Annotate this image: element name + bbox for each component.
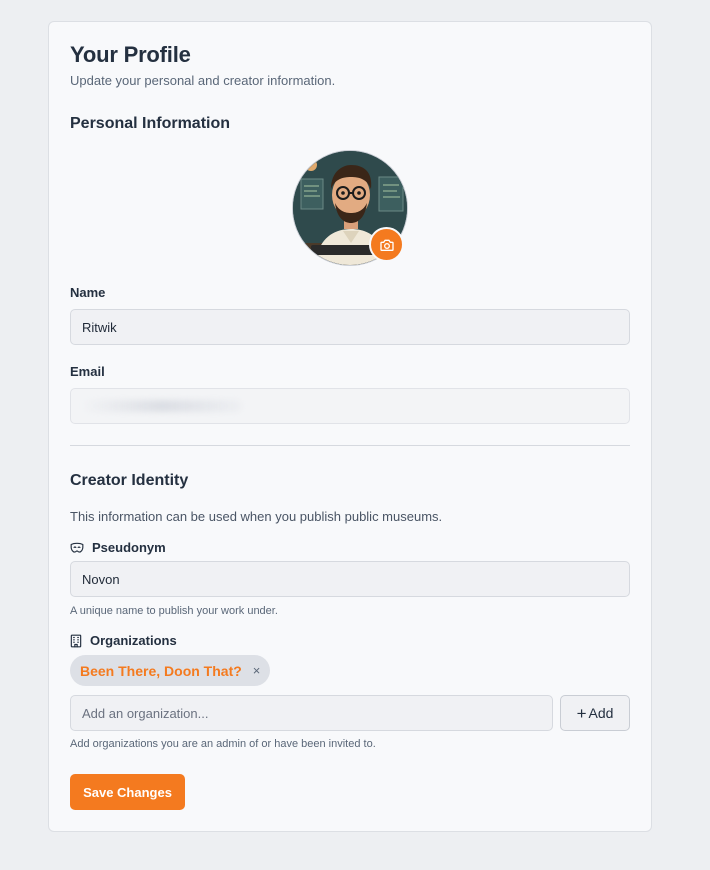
organization-chip-label: Been There, Doon That?	[80, 662, 242, 679]
close-icon[interactable]: ×	[253, 663, 261, 678]
pseudonym-label: Pseudonym	[92, 540, 166, 555]
creator-description: This information can be used when you pu…	[70, 509, 443, 524]
name-label: Name	[70, 285, 106, 300]
camera-icon	[379, 237, 395, 253]
email-input-value	[82, 400, 242, 412]
organizations-help-text: Add organizations you are an admin of or…	[70, 738, 376, 750]
name-input-value: Ritwik	[82, 319, 117, 335]
pseudonym-help-text: A unique name to publish your work under…	[70, 605, 278, 617]
pseudonym-input-value: Novon	[82, 571, 120, 587]
creator-section-title: Creator Identity	[70, 472, 189, 489]
pseudonym-label-row: Pseudonym	[70, 540, 166, 555]
name-input[interactable]: Ritwik	[70, 309, 630, 345]
section-divider	[70, 445, 630, 446]
organizations-label-row: Organizations	[70, 633, 177, 648]
organization-chip: Been There, Doon That? ×	[70, 655, 271, 686]
avatar-container	[292, 150, 408, 266]
organization-input-placeholder: Add an organization...	[82, 705, 209, 721]
personal-section-title: Personal Information	[70, 115, 231, 132]
mask-icon	[70, 542, 84, 554]
add-button-label: Add	[588, 705, 614, 721]
email-input[interactable]	[70, 388, 630, 424]
pseudonym-input[interactable]: Novon	[70, 561, 630, 597]
organization-input[interactable]: Add an organization...	[70, 695, 553, 731]
page-title: Your Profile	[70, 42, 191, 67]
save-changes-label: Save Changes	[83, 784, 172, 800]
building-icon	[70, 634, 82, 648]
profile-card: Your Profile Update your personal and cr…	[48, 21, 652, 832]
add-organization-button[interactable]: + Add	[560, 695, 630, 731]
organizations-label: Organizations	[90, 633, 177, 648]
plus-icon: +	[576, 703, 587, 723]
save-changes-button[interactable]: Save Changes	[70, 774, 185, 810]
email-label: Email	[70, 364, 105, 379]
page-subtitle: Update your personal and creator informa…	[70, 73, 336, 88]
change-avatar-button[interactable]	[369, 227, 404, 262]
